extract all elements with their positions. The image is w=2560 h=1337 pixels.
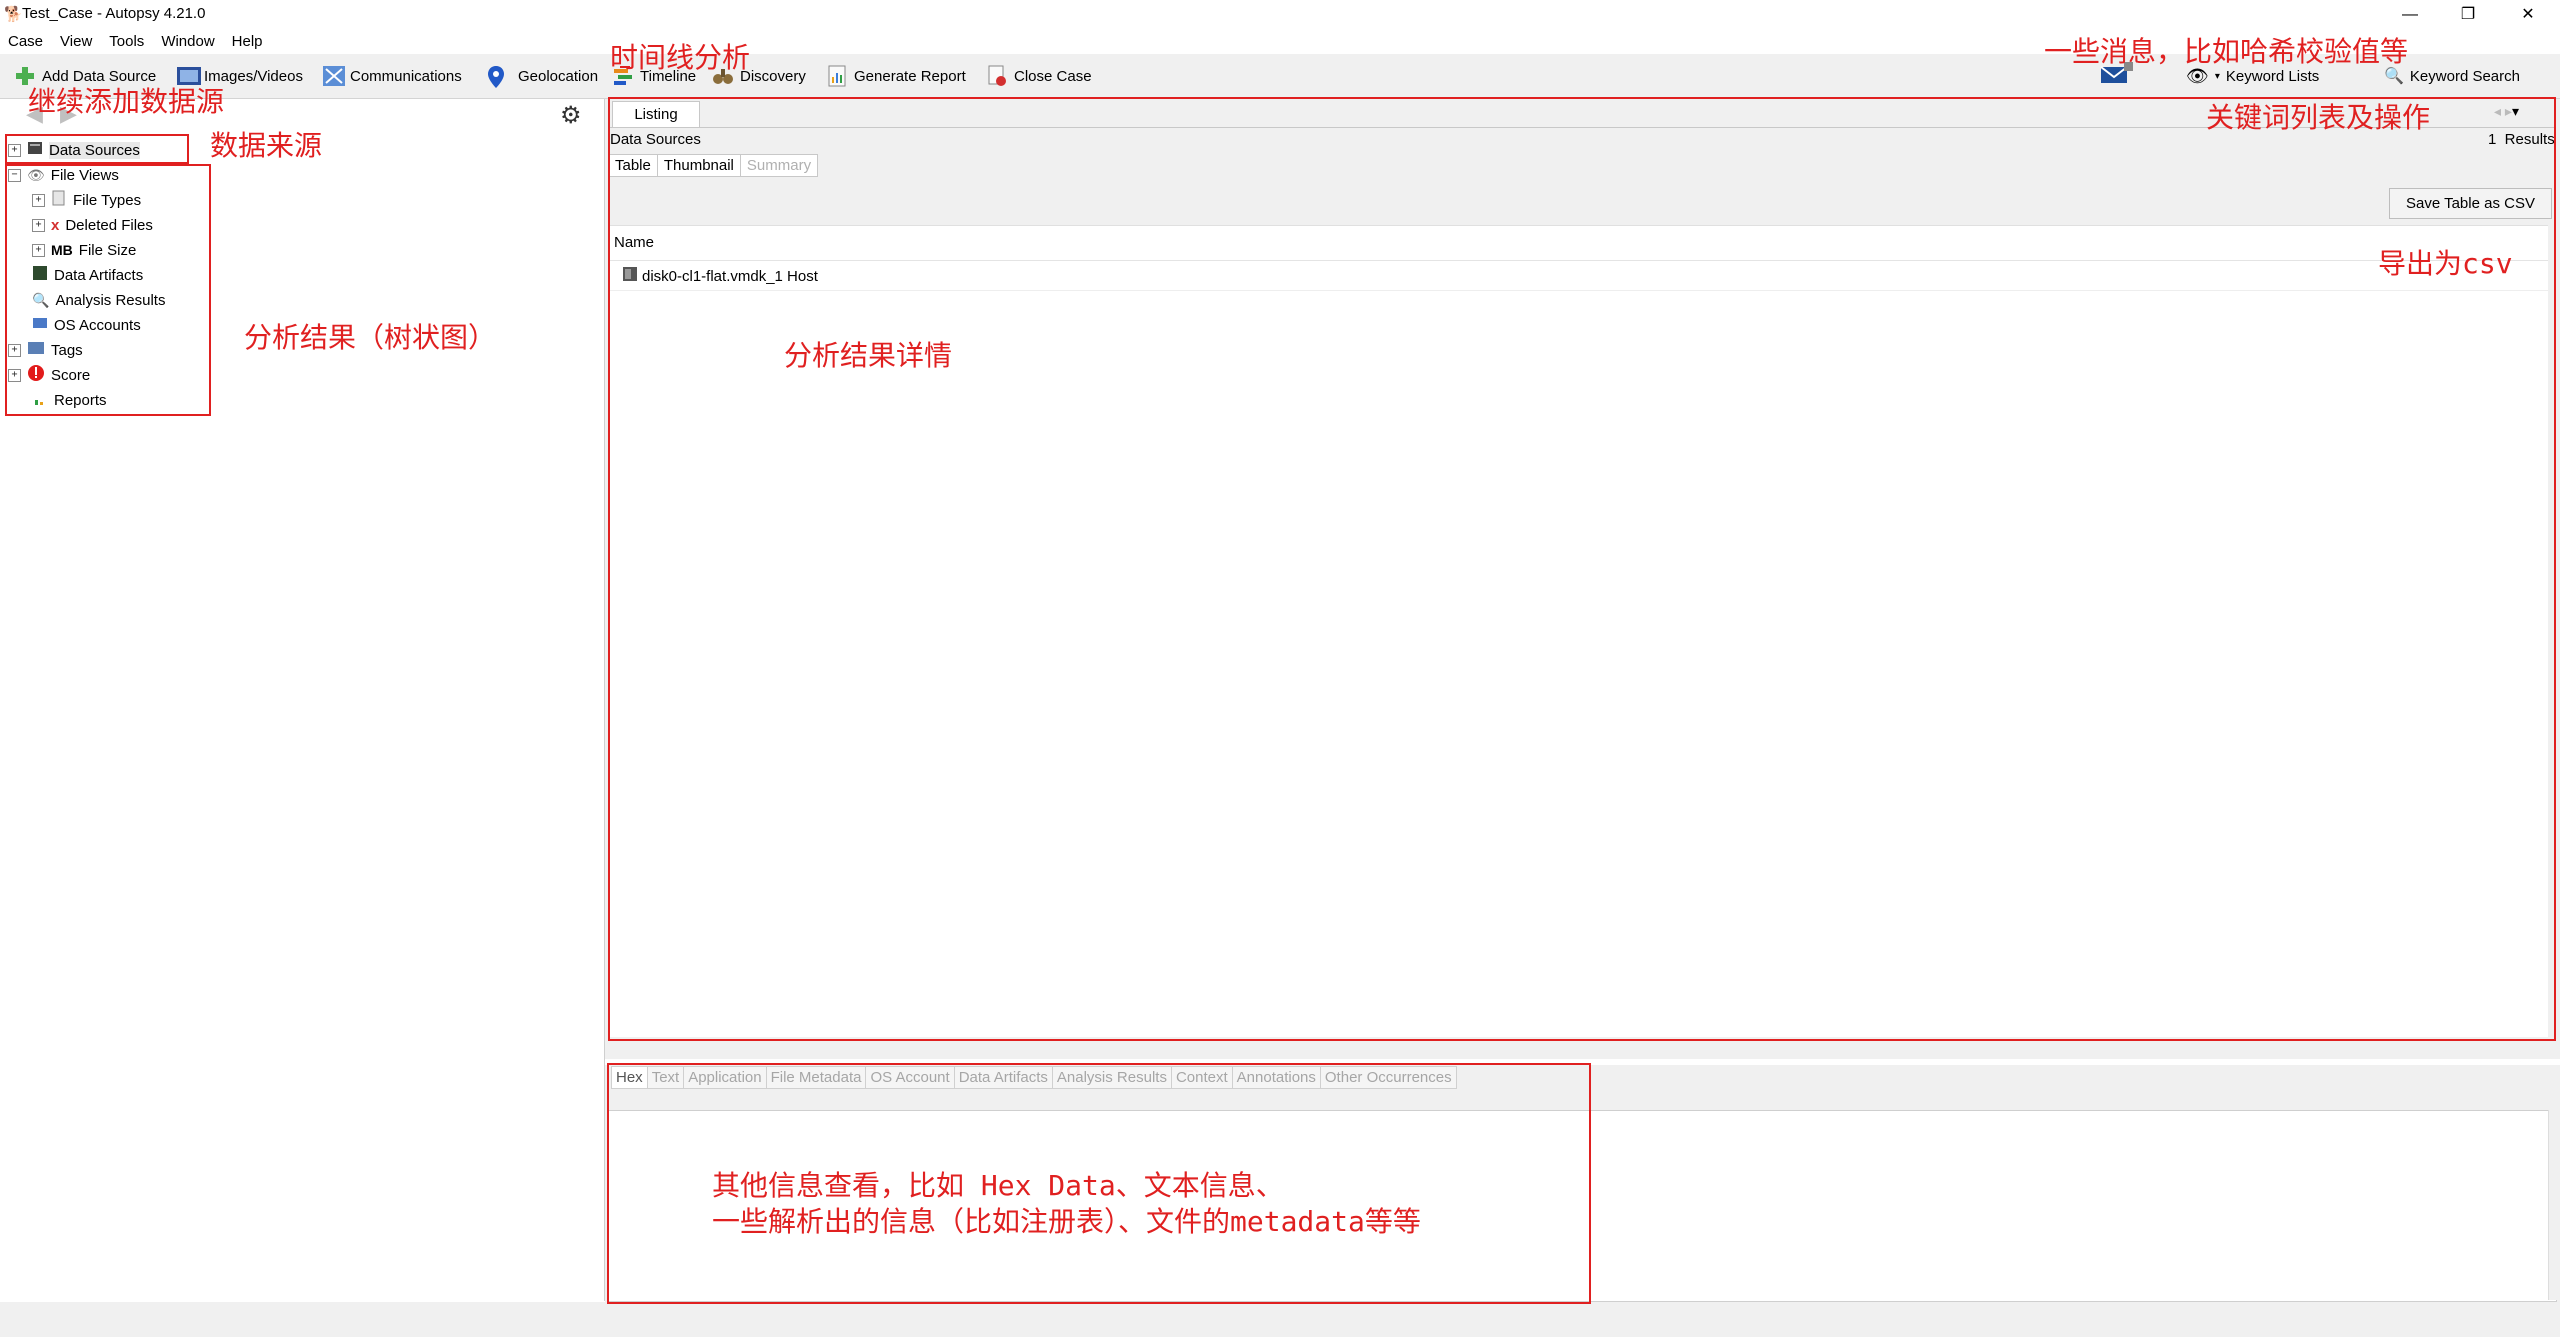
menu-tools[interactable]: Tools <box>109 30 144 54</box>
annotation-box-listing <box>608 97 2556 1041</box>
communications-button[interactable]: Communications <box>322 64 462 88</box>
restore-button[interactable]: ❐ <box>2448 2 2488 28</box>
keyword-lists-label: Keyword Lists <box>2225 67 2320 85</box>
menu-view[interactable]: View <box>60 30 92 54</box>
annotation-detail: 分析结果详情 <box>784 339 953 372</box>
close-window-button[interactable]: ✕ <box>2508 2 2548 28</box>
minimize-button[interactable]: — <box>2390 2 2430 28</box>
close-case-button[interactable]: Close Case <box>986 64 1092 88</box>
generate-report-label: Generate Report <box>854 67 966 85</box>
app-icon: 🐕 <box>4 6 23 23</box>
report-icon <box>826 65 848 87</box>
close-case-label: Close Case <box>1014 67 1092 85</box>
annotation-other-1: 其他信息查看，比如 Hex Data、文本信息、 <box>712 1169 1284 1202</box>
menu-window[interactable]: Window <box>161 30 214 54</box>
annotation-tree: 分析结果（树状图） <box>244 321 497 354</box>
communications-label: Communications <box>350 67 462 85</box>
annotation-keyword: 关键词列表及操作 <box>2206 101 2431 134</box>
annotation-export: 导出为csv <box>2378 247 2513 280</box>
annotation-box-data-sources <box>5 134 189 164</box>
communications-icon <box>322 65 345 87</box>
menu-case[interactable]: Case <box>8 30 43 54</box>
annotation-timeline: 时间线分析 <box>610 41 751 74</box>
scrollbar[interactable] <box>2548 1110 2559 1300</box>
status-bar <box>0 1302 2560 1337</box>
window-title: Test_Case - Autopsy 4.21.0 <box>22 5 206 22</box>
keyword-search-label: Keyword Search <box>2409 67 2520 85</box>
close-case-icon <box>986 65 1008 87</box>
generate-report-button[interactable]: Generate Report <box>826 64 966 88</box>
annotation-box-tree <box>5 164 211 416</box>
title-bar: 🐕 Test_Case - Autopsy 4.21.0 — ❐ ✕ <box>0 0 2560 30</box>
annotation-add-data-source: 继续添加数据源 <box>28 85 225 118</box>
annotation-other-2: 一些解析出的信息（比如注册表）、文件的metadata等等 <box>712 1205 1421 1238</box>
menu-help[interactable]: Help <box>232 30 263 54</box>
geolocation-label: Geolocation <box>518 67 599 85</box>
annotation-data-source: 数据来源 <box>210 129 323 162</box>
dropdown-arrow-icon: ▾ <box>2214 70 2220 82</box>
gear-icon[interactable]: ⚙ <box>560 101 582 130</box>
annotation-messages: 一些消息，比如哈希校验值等 <box>2044 35 2409 68</box>
map-pin-icon <box>486 65 508 88</box>
geolocation-button[interactable]: Geolocation <box>486 64 598 88</box>
